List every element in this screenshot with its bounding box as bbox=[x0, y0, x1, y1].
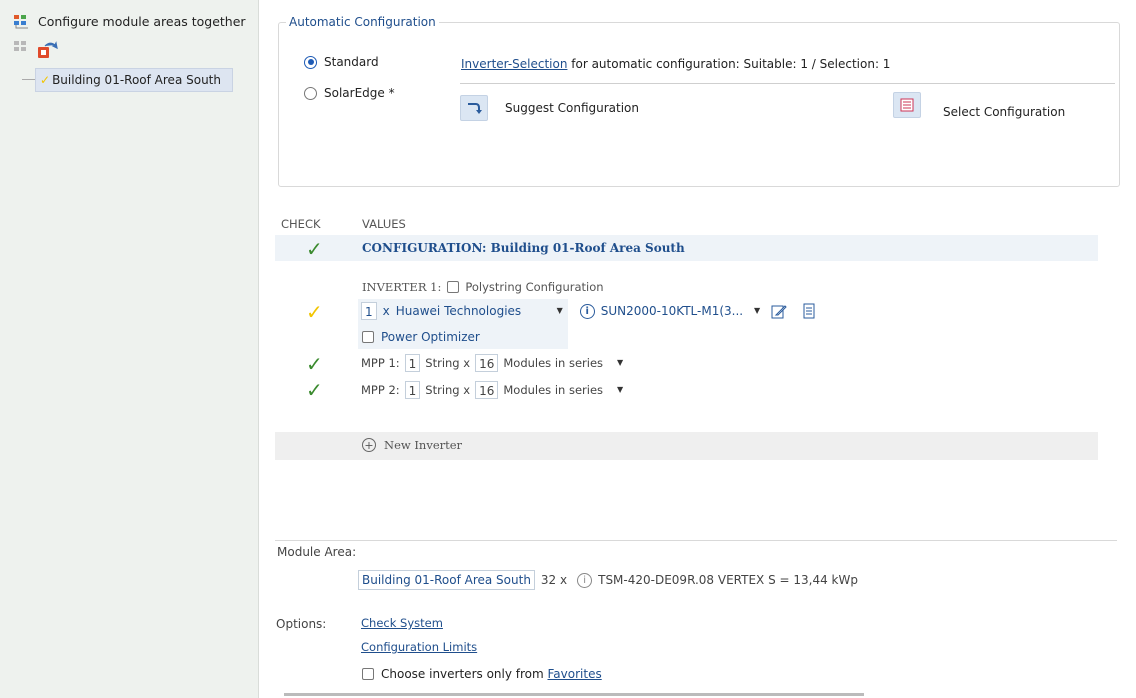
divider bbox=[460, 83, 1115, 84]
power-optimizer-label: Power Optimizer bbox=[381, 330, 480, 344]
select-config-label: Select Configuration bbox=[943, 105, 1066, 119]
tree-header[interactable]: Configure module areas together bbox=[14, 14, 246, 29]
auto-config-legend: Automatic Configuration bbox=[286, 15, 439, 29]
check-system-link[interactable]: Check System bbox=[361, 616, 443, 630]
check-ok-mpp1-icon: ✓ bbox=[306, 352, 323, 376]
times-sign: x bbox=[382, 304, 390, 318]
inverter-select-row: 1 x Huawei Technologies ▼ i SUN2000-10KT… bbox=[361, 302, 817, 320]
inverter-label: INVERTER 1: bbox=[362, 280, 442, 294]
mpp1-row: MPP 1: 1 String x 16 Modules in series ▼ bbox=[361, 354, 628, 372]
module-count-text: 32 x bbox=[540, 573, 568, 587]
check-ok-icon: ✓ bbox=[306, 237, 323, 261]
model-dropdown-icon[interactable]: ▼ bbox=[749, 303, 765, 319]
favorites-link[interactable]: Favorites bbox=[548, 667, 602, 681]
favorites-checkbox[interactable] bbox=[362, 668, 374, 680]
module-info-icon[interactable]: i bbox=[577, 572, 593, 588]
tree-toolbar bbox=[14, 41, 58, 59]
radio-standard-label: Standard bbox=[324, 55, 379, 69]
module-areas-icon bbox=[14, 14, 28, 28]
mpp1-modules-input[interactable]: 16 bbox=[475, 354, 499, 372]
radio-standard-dot[interactable] bbox=[304, 55, 317, 69]
inverter-row: INVERTER 1: Polystring Configuration bbox=[362, 280, 604, 294]
mpp2-label: MPP 2: bbox=[361, 383, 400, 397]
inverter-connect-icon[interactable] bbox=[36, 41, 58, 59]
tree-node-building[interactable]: ✓ Building 01-Roof Area South bbox=[35, 68, 233, 92]
suggest-arrow-icon[interactable] bbox=[460, 95, 488, 121]
col-check-header: CHECK bbox=[281, 217, 321, 231]
tree-title-label: Configure module areas together bbox=[38, 14, 246, 29]
suggest-config-label: Suggest Configuration bbox=[505, 101, 639, 115]
mpp2-string-x: String x bbox=[425, 383, 471, 397]
manufacturer-dropdown-icon[interactable]: ▼ bbox=[552, 303, 568, 319]
left-tree-panel bbox=[0, 0, 259, 698]
inverter-selection-link[interactable]: Inverter-Selection bbox=[461, 57, 567, 71]
new-inverter-button[interactable]: + New Inverter bbox=[362, 438, 462, 452]
tree-node-label: Building 01-Roof Area South bbox=[52, 73, 221, 87]
polystring-label: Polystring Configuration bbox=[465, 280, 604, 294]
inverter-qty-input[interactable]: 1 bbox=[361, 302, 377, 320]
separator bbox=[275, 540, 1117, 541]
favorites-text: Choose inverters only from bbox=[381, 667, 548, 681]
col-values-header: VALUES bbox=[362, 217, 406, 231]
mpp2-modules-input[interactable]: 16 bbox=[475, 381, 499, 399]
module-area-name-box[interactable]: Building 01-Roof Area South bbox=[358, 570, 535, 590]
check-warn-inverter-icon: ✓ bbox=[306, 300, 323, 324]
mpp1-dropdown-icon[interactable]: ▼ bbox=[612, 355, 628, 371]
check-warn-icon: ✓ bbox=[40, 73, 51, 87]
inverter-selection-text: for automatic configuration: Suitable: 1… bbox=[567, 57, 891, 71]
edit-icon[interactable] bbox=[771, 303, 787, 319]
polystring-checkbox[interactable] bbox=[447, 281, 460, 293]
radio-standard[interactable]: Standard bbox=[304, 55, 379, 69]
info-icon[interactable]: i bbox=[579, 303, 595, 319]
new-inverter-label: New Inverter bbox=[384, 438, 463, 452]
mpp1-strings-input[interactable]: 1 bbox=[404, 354, 421, 372]
inverter-selection-line: Inverter-Selection for automatic configu… bbox=[461, 57, 890, 71]
options-label: Options: bbox=[276, 617, 327, 631]
config-title: CONFIGURATION: Building 01-Roof Area Sou… bbox=[362, 241, 685, 255]
module-area-label: Module Area: bbox=[277, 545, 357, 559]
mpp2-dropdown-icon[interactable]: ▼ bbox=[612, 382, 628, 398]
mpp1-label: MPP 1: bbox=[361, 356, 400, 370]
radio-solaredge[interactable]: SolarEdge * bbox=[304, 86, 395, 100]
mpp2-modules-text: Modules in series bbox=[503, 383, 604, 397]
mpp2-row: MPP 2: 1 String x 16 Modules in series ▼ bbox=[361, 381, 628, 399]
suggest-config-button[interactable]: Suggest Configuration bbox=[460, 95, 639, 121]
module-text: TSM-420-DE09R.08 VERTEX S = 13,44 kWp bbox=[598, 573, 858, 587]
horizontal-scrollbar[interactable] bbox=[284, 693, 864, 696]
check-ok-mpp2-icon: ✓ bbox=[306, 378, 323, 402]
select-list-icon[interactable] bbox=[893, 92, 921, 118]
mpp1-string-x: String x bbox=[425, 356, 471, 370]
power-optimizer-checkbox[interactable] bbox=[362, 331, 374, 343]
manufacturer-select[interactable]: Huawei Technologies bbox=[396, 304, 546, 318]
plus-circle-icon[interactable]: + bbox=[362, 438, 376, 452]
module-area-row: Building 01-Roof Area South 32 x i TSM-4… bbox=[358, 570, 858, 590]
tree-connector bbox=[22, 79, 36, 80]
favorites-row: Choose inverters only from Favorites bbox=[362, 667, 602, 681]
radio-solaredge-label: SolarEdge * bbox=[324, 86, 395, 100]
config-limits-link[interactable]: Configuration Limits bbox=[361, 640, 477, 654]
radio-solaredge-dot[interactable] bbox=[304, 86, 317, 100]
mpp2-strings-input[interactable]: 1 bbox=[404, 381, 421, 399]
select-config-button[interactable]: Select Configuration bbox=[893, 92, 1066, 119]
model-select[interactable]: SUN2000-10KTL-M1(3... bbox=[601, 304, 743, 318]
module-areas-gray-icon[interactable] bbox=[14, 41, 30, 55]
datasheet-icon[interactable] bbox=[801, 303, 817, 319]
power-optimizer-row[interactable]: Power Optimizer bbox=[362, 330, 480, 344]
mpp1-modules-text: Modules in series bbox=[503, 356, 604, 370]
